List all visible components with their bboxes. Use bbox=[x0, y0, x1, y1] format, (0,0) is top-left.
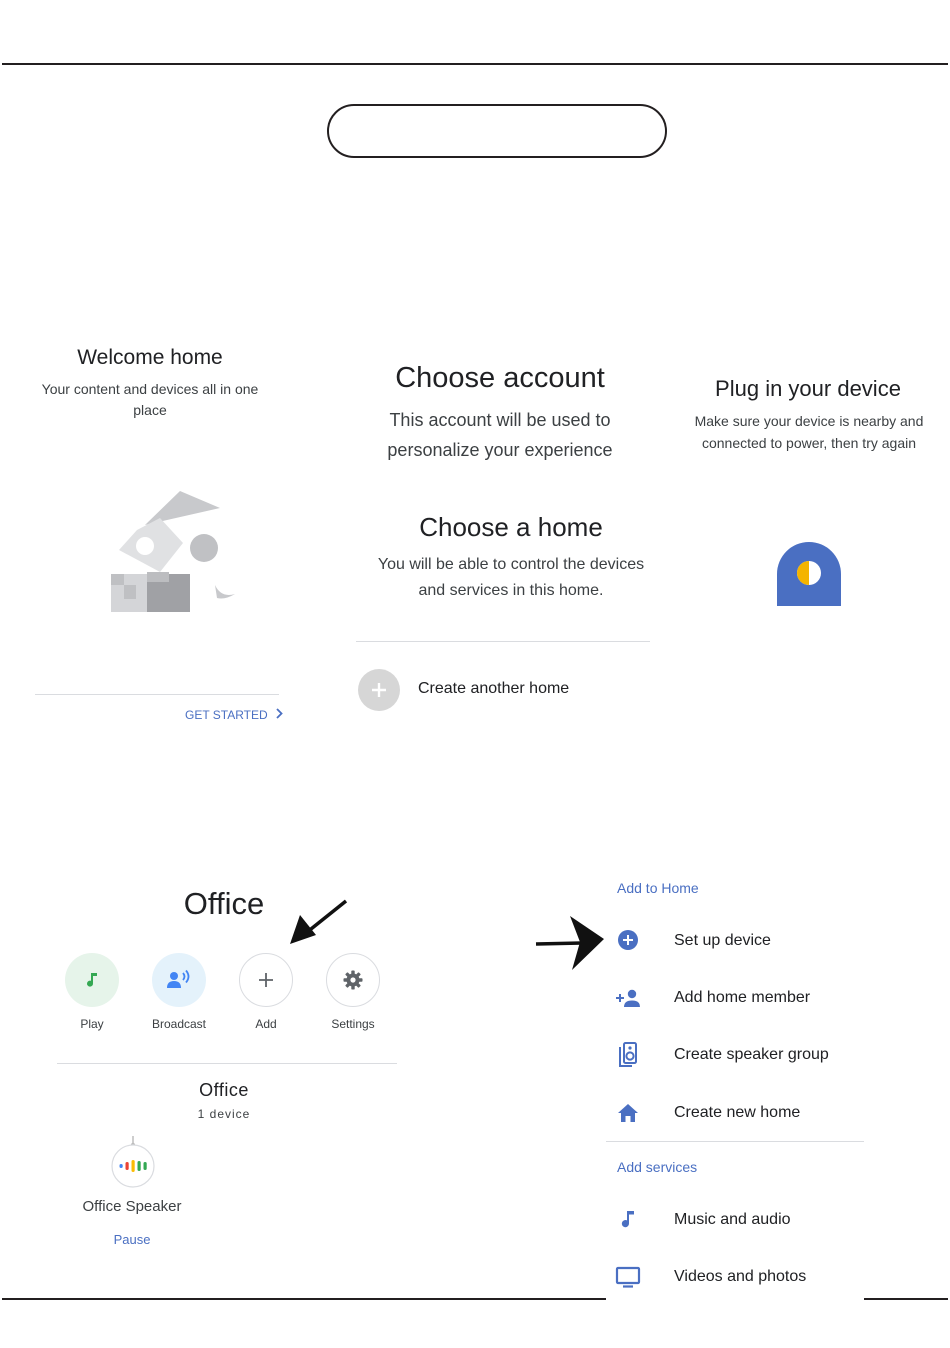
music-note-icon bbox=[87, 973, 97, 987]
speaker-group-icon bbox=[614, 1041, 642, 1069]
office-title: Office bbox=[183, 886, 265, 921]
welcome-illustration bbox=[111, 491, 235, 612]
choose-account-title: Choose account bbox=[395, 362, 605, 394]
add-menu-divider bbox=[606, 1141, 864, 1142]
settings-label: Settings bbox=[331, 1017, 375, 1031]
plug-in-title: Plug in your device bbox=[715, 376, 901, 401]
header-pill bbox=[327, 104, 667, 158]
create-another-home-button[interactable]: Create another home bbox=[356, 668, 656, 712]
settings-button[interactable] bbox=[326, 953, 380, 1007]
videos-and-photos-label: Videos and photos bbox=[674, 1268, 807, 1285]
add-circle-icon bbox=[614, 926, 642, 954]
office-speaker-device[interactable] bbox=[107, 1134, 159, 1188]
broadcast-icon bbox=[167, 969, 190, 988]
create-new-home-label: Create new home bbox=[674, 1104, 801, 1121]
plus-icon bbox=[358, 669, 400, 711]
welcome-title: Welcome home bbox=[77, 346, 223, 369]
choose-home-divider bbox=[356, 641, 650, 642]
broadcast-label: Broadcast bbox=[151, 1017, 207, 1031]
chevron-right-icon bbox=[276, 708, 283, 722]
add-button[interactable] bbox=[239, 953, 293, 1007]
arrow-pointing-add-icon bbox=[290, 899, 348, 944]
room-device-count: 1 device bbox=[197, 1107, 251, 1121]
tv-icon bbox=[614, 1263, 642, 1291]
google-speaker-icon bbox=[111, 1136, 155, 1188]
play-button[interactable] bbox=[65, 953, 119, 1007]
plus-icon bbox=[259, 973, 273, 987]
plug-in-subtitle: Make sure your device is nearby and conn… bbox=[694, 413, 924, 451]
play-label: Play bbox=[80, 1017, 104, 1031]
welcome-divider bbox=[35, 694, 279, 695]
set-up-device-label: Set up device bbox=[674, 932, 771, 949]
add-label: Add bbox=[255, 1017, 277, 1031]
get-started-button[interactable]: GET STARTED bbox=[185, 708, 283, 722]
add-to-home-header: Add to Home bbox=[617, 880, 699, 896]
music-note-icon bbox=[614, 1206, 642, 1234]
add-services-header: Add services bbox=[617, 1159, 698, 1175]
person-add-icon bbox=[614, 984, 642, 1012]
welcome-subtitle: Your content and devices all in one plac… bbox=[41, 381, 259, 418]
pause-button[interactable]: Pause bbox=[92, 1232, 172, 1247]
broadcast-button[interactable] bbox=[152, 953, 206, 1007]
add-home-member-label: Add home member bbox=[674, 989, 811, 1006]
music-and-audio-label: Music and audio bbox=[674, 1211, 791, 1228]
device-pin-icon bbox=[777, 542, 841, 606]
device-name: Office Speaker bbox=[82, 1198, 182, 1215]
create-another-home-label: Create another home bbox=[418, 680, 570, 697]
get-started-label: GET STARTED bbox=[185, 708, 268, 722]
create-speaker-group-label: Create speaker group bbox=[674, 1046, 829, 1063]
top-rule bbox=[2, 63, 948, 65]
bottom-rule-right bbox=[864, 1298, 948, 1300]
office-divider bbox=[57, 1063, 397, 1064]
arrow-pointing-setup-icon bbox=[535, 916, 604, 970]
bottom-rule-left bbox=[2, 1298, 606, 1300]
room-name: Office bbox=[199, 1080, 249, 1100]
home-icon bbox=[614, 1099, 642, 1127]
choose-account-subtitle: This account will be used to personalize… bbox=[387, 410, 613, 460]
gear-icon bbox=[343, 970, 363, 990]
choose-home-subtitle: You will be able to control the devices … bbox=[377, 556, 645, 599]
choose-home-title: Choose a home bbox=[419, 512, 603, 542]
